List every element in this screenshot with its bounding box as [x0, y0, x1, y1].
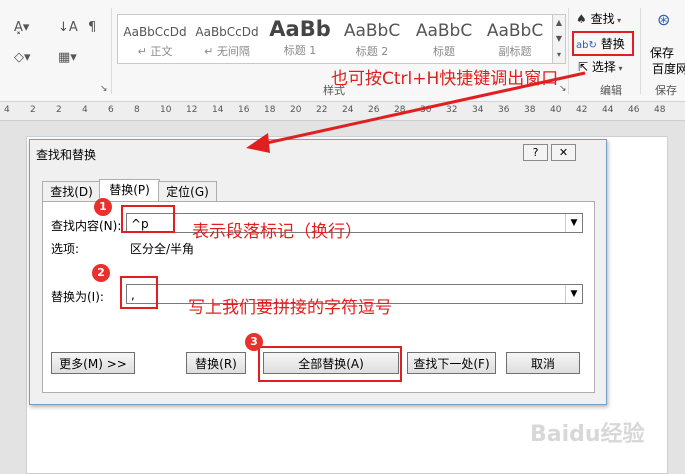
arrow-line [261, 71, 586, 146]
watermark: Baidu经验 [530, 422, 645, 447]
arrow-head [246, 133, 270, 153]
annotation-arrow [246, 71, 586, 153]
